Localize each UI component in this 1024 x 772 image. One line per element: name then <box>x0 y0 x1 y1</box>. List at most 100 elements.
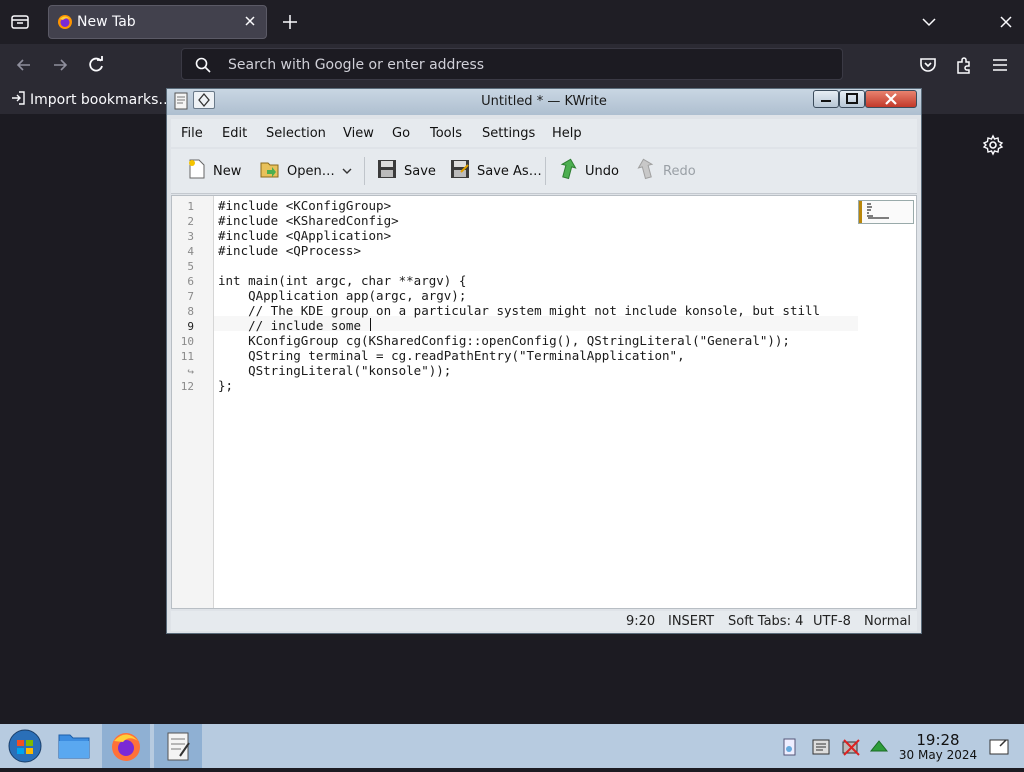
close-button[interactable] <box>865 90 917 108</box>
firefox-favicon-icon <box>57 14 73 30</box>
floppy-save-as-icon <box>449 158 471 184</box>
menu-file[interactable]: File <box>181 126 203 141</box>
pocket-icon[interactable] <box>918 55 938 75</box>
kwrite-taskbar-icon[interactable] <box>154 724 202 768</box>
clock-date[interactable]: 30 May 2024 <box>893 748 983 762</box>
show-desktop-icon[interactable] <box>988 736 1010 758</box>
edit-mode[interactable]: INSERT <box>668 614 714 629</box>
open-recent-dropdown-icon[interactable] <box>341 159 353 183</box>
address-bar[interactable] <box>181 48 843 80</box>
url-search-input[interactable] <box>226 53 830 77</box>
redo-button[interactable]: Redo <box>637 158 696 184</box>
menubar: File Edit Selection View Go Tools Settin… <box>171 119 917 147</box>
clock-time[interactable]: 19:28 <box>910 731 966 749</box>
tab-close-icon[interactable] <box>242 13 258 29</box>
tab-overview-icon[interactable] <box>8 10 32 34</box>
newtab-settings-gear-icon[interactable] <box>982 134 1004 156</box>
undo-button[interactable]: Undo <box>559 158 619 184</box>
line-number: 1 <box>187 200 194 213</box>
tab-new-tab[interactable]: New Tab <box>48 5 267 39</box>
new-document-icon <box>187 158 207 184</box>
save-button[interactable]: Save <box>376 159 436 183</box>
code-line: KConfigGroup cg(KSharedConfig::openConfi… <box>218 333 790 348</box>
code-line: #include <KSharedConfig> <box>218 213 399 228</box>
reload-icon[interactable] <box>86 55 106 75</box>
import-bookmarks-label: Import bookmarks… <box>30 92 173 108</box>
toolbar-separator <box>545 157 546 185</box>
line-number: 6 <box>187 275 194 288</box>
menu-tools[interactable]: Tools <box>430 126 462 141</box>
line-number-gutter[interactable]: 1 2 3 4 5 6 7 8 9 10 11 ↪ 12 <box>172 196 214 608</box>
menu-help[interactable]: Help <box>552 126 582 141</box>
menu-edit[interactable]: Edit <box>222 126 247 141</box>
redo-label: Redo <box>663 163 696 179</box>
indentation-setting[interactable]: Soft Tabs: 4 <box>728 614 803 629</box>
line-number: 8 <box>187 305 194 318</box>
code-line: // The KDE group on a particular system … <box>218 303 821 318</box>
encoding[interactable]: UTF-8 <box>813 614 851 629</box>
save-as-label: Save As… <box>477 163 542 179</box>
extensions-puzzle-icon[interactable] <box>954 55 974 75</box>
undo-arrow-icon <box>559 158 579 184</box>
clipboard-tray-icon[interactable] <box>778 736 800 758</box>
floppy-save-icon <box>376 158 398 184</box>
hamburger-menu-icon[interactable] <box>990 55 1010 75</box>
line-number: 3 <box>187 230 194 243</box>
back-arrow-icon[interactable] <box>14 55 34 75</box>
window-title: Untitled * — KWrite <box>481 94 607 109</box>
text-cursor <box>370 318 371 331</box>
minimize-button[interactable] <box>813 90 839 108</box>
kwrite-titlebar[interactable]: Untitled * — KWrite <box>167 89 921 115</box>
statusbar: 9:20 INSERT Soft Tabs: 4 UTF-8 Normal <box>171 611 917 631</box>
open-button[interactable]: Open… <box>259 159 335 183</box>
undo-label: Undo <box>585 163 619 179</box>
taskbar <box>0 724 1024 768</box>
kwrite-window: Untitled * — KWrite File Edit Selection … <box>166 88 922 634</box>
list-all-tabs-chevron-icon[interactable] <box>920 13 938 31</box>
save-as-button[interactable]: Save As… <box>449 159 542 183</box>
code-line: int main(int argc, char **argv) { <box>218 273 467 288</box>
line-number: 4 <box>187 245 194 258</box>
line-number: 10 <box>180 335 194 348</box>
start-menu-orb-icon[interactable] <box>0 724 48 768</box>
open-folder-icon <box>259 158 281 184</box>
firefox-taskbar-icon[interactable] <box>102 724 150 768</box>
input-mode[interactable]: Normal <box>864 614 911 629</box>
menu-view[interactable]: View <box>343 126 374 141</box>
redo-arrow-icon <box>637 158 657 184</box>
import-bookmarks-button[interactable]: Import bookmarks… <box>10 90 172 110</box>
minimap-scrollbar[interactable] <box>858 200 914 224</box>
code-line: QStringLiteral("konsole")); <box>218 363 452 378</box>
code-line: #include <QProcess> <box>218 243 361 258</box>
code-line: }; <box>218 378 234 393</box>
line-number: 7 <box>187 290 194 303</box>
code-line: QString terminal = cg.readPathEntry("Ter… <box>218 348 685 363</box>
code-line-current: // include some <box>218 318 361 333</box>
wrap-indicator: ↪ <box>187 365 194 378</box>
menu-go[interactable]: Go <box>392 126 410 141</box>
menu-selection[interactable]: Selection <box>266 126 326 141</box>
text-editor[interactable]: 1 2 3 4 5 6 7 8 9 10 11 ↪ 12 #include <K… <box>171 195 917 609</box>
network-disconnected-tray-icon[interactable] <box>840 736 862 758</box>
new-tab-plus-icon[interactable] <box>280 12 300 32</box>
window-close-icon[interactable] <box>997 13 1015 31</box>
file-manager-folder-icon[interactable] <box>50 724 98 768</box>
line-number: 12 <box>180 380 194 393</box>
new-label: New <box>213 163 242 179</box>
menu-settings[interactable]: Settings <box>482 126 535 141</box>
cursor-position[interactable]: 9:20 <box>626 614 655 629</box>
tab-title: New Tab <box>77 14 136 30</box>
line-number-current: 9 <box>187 320 194 333</box>
search-icon <box>194 56 212 74</box>
main-toolbar: New Open… Save Save As… Undo Redo <box>171 149 917 194</box>
new-button[interactable]: New <box>187 159 241 183</box>
maximize-button[interactable] <box>839 90 865 108</box>
code-line: QApplication app(argc, argv); <box>218 288 467 303</box>
line-number: 5 <box>187 260 194 273</box>
open-label: Open… <box>287 163 335 179</box>
toolbar-separator <box>364 157 365 185</box>
browser-tabbar: New Tab <box>0 0 1024 44</box>
notes-tray-icon[interactable] <box>810 736 832 758</box>
updates-arrow-tray-icon[interactable] <box>868 736 890 758</box>
forward-arrow-icon[interactable] <box>50 55 70 75</box>
